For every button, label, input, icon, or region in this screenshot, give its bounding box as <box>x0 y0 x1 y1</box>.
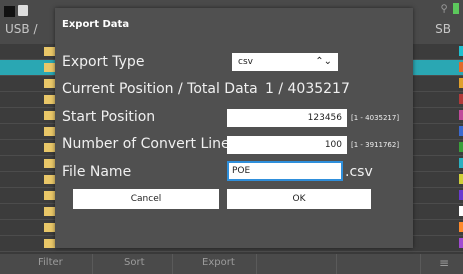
file-name-input[interactable]: POE <box>227 161 343 181</box>
color-strip <box>459 142 463 152</box>
status-icons: ⚲ <box>440 3 459 15</box>
cancel-button[interactable]: Cancel <box>73 189 219 209</box>
convert-lines-label: Number of Convert Lines <box>62 136 237 152</box>
wifi-icon: ⚲ <box>440 3 448 15</box>
black-square-icon <box>4 6 15 17</box>
file-extension: .csv <box>345 164 373 180</box>
color-strip <box>459 238 463 248</box>
right-label: SB <box>435 22 451 36</box>
ok-button[interactable]: OK <box>227 189 371 209</box>
export-type-value: csv <box>238 57 253 67</box>
export-button[interactable]: Export <box>202 257 235 268</box>
convert-lines-range: [1 - 3911762] <box>351 141 400 149</box>
start-position-input[interactable]: 123456 <box>227 109 347 127</box>
divider <box>172 254 173 274</box>
color-strip <box>459 174 463 184</box>
dialog-title: Export Data <box>62 19 130 30</box>
color-strip <box>459 222 463 232</box>
color-strip <box>459 94 463 104</box>
export-type-select[interactable]: csv ⌃⌄ <box>232 53 338 71</box>
current-position-value: 1 / 4035217 <box>265 81 350 97</box>
color-strip <box>459 62 463 72</box>
divider <box>420 254 421 274</box>
color-strip <box>459 206 463 216</box>
sort-button[interactable]: Sort <box>124 257 145 268</box>
hamburger-icon[interactable]: ≡ <box>439 256 449 270</box>
current-position-label: Current Position / Total Data <box>62 81 258 97</box>
start-position-range: [1 - 4035217] <box>351 114 400 122</box>
battery-icon <box>453 3 459 14</box>
color-strip <box>459 46 463 56</box>
divider <box>256 254 257 274</box>
color-strip <box>459 158 463 168</box>
device-icon <box>18 5 28 16</box>
file-name-label: File Name <box>62 164 132 180</box>
divider <box>92 254 93 274</box>
divider <box>336 254 337 274</box>
updown-chevron-icon: ⌃⌄ <box>315 56 332 67</box>
color-strip <box>459 190 463 200</box>
color-strip <box>459 110 463 120</box>
export-data-dialog: Export Data Export Type csv ⌃⌄ Current P… <box>55 8 413 248</box>
filter-button[interactable]: Filter <box>38 257 63 268</box>
color-strip <box>459 126 463 136</box>
bottom-bar: Filter Sort Export ≡ <box>0 254 463 274</box>
start-position-label: Start Position <box>62 109 156 125</box>
convert-lines-input[interactable]: 100 <box>227 136 347 154</box>
export-type-label: Export Type <box>62 54 145 70</box>
color-strip <box>459 78 463 88</box>
location-label: USB / <box>5 22 38 36</box>
